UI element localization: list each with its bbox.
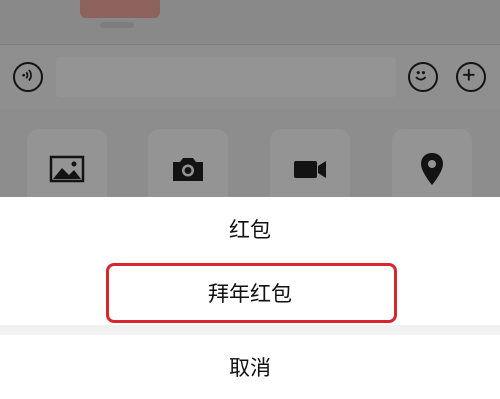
chat-screen: 红包 拜年红包 取消 [0, 0, 500, 399]
cancel-button-label: 取消 [229, 356, 271, 380]
red-packet-option-label: 红包 [229, 218, 271, 242]
sheet-gap [0, 325, 500, 335]
action-sheet: 红包 拜年红包 取消 [0, 197, 500, 399]
red-packet-option[interactable]: 红包 [0, 197, 500, 261]
cancel-button[interactable]: 取消 [0, 335, 500, 399]
highlight-annotation [106, 263, 397, 323]
